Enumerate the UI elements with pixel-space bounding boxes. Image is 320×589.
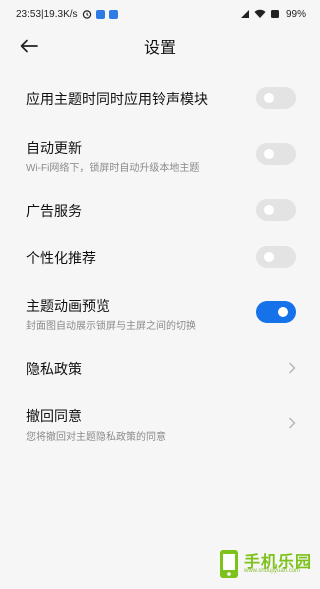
setting-ad-service[interactable]: 广告服务 [0, 192, 320, 228]
status-right: 99% [240, 9, 306, 20]
setting-personalized-recommend[interactable]: 个性化推荐 [0, 239, 320, 275]
chevron-right-icon [286, 416, 298, 430]
ringtone-module-toggle[interactable] [256, 87, 296, 109]
notification-download-icon [108, 9, 118, 19]
status-left: 23:53|19.3K/s [16, 9, 118, 20]
chevron-right-icon [286, 361, 298, 375]
setting-label: 隐私政策 [26, 361, 82, 377]
setting-privacy-policy[interactable]: 隐私政策 [0, 350, 320, 386]
ad-service-toggle[interactable] [256, 199, 296, 221]
back-button[interactable] [18, 35, 40, 57]
setting-description: 您将撤回对主题隐私政策的同意 [26, 432, 166, 443]
toggle-knob [264, 252, 274, 262]
battery-percent: 99% [285, 8, 306, 20]
setting-auto-update[interactable]: 自动更新 Wi-Fi网络下，锁屏时自动升级本地主题 [0, 130, 320, 178]
personalized-recommend-toggle[interactable] [256, 246, 296, 268]
theme-animation-preview-toggle[interactable] [256, 301, 296, 323]
setting-label: 撤回同意 [26, 408, 82, 424]
setting-label: 个性化推荐 [26, 250, 96, 266]
status-time-speed: 23:53|19.3K/s [16, 8, 78, 20]
page-title: 设置 [143, 40, 176, 57]
auto-update-toggle[interactable] [256, 143, 296, 165]
toggle-knob [264, 93, 274, 103]
setting-withdraw-consent[interactable]: 撤回同意 您将撤回对主题隐私政策的同意 [0, 398, 320, 448]
setting-description: 封面图自动展示锁屏与主屏之间的切换 [26, 321, 196, 332]
alarm-icon [82, 10, 91, 19]
watermark-url: www.shoujiyuan.com [244, 568, 301, 574]
toggle-knob [264, 149, 274, 159]
battery-icon [270, 10, 279, 18]
setting-label: 主题动画预览 [26, 298, 110, 314]
wifi-icon [254, 9, 266, 18]
status-bar: 23:53|19.3K/s 99% [0, 0, 320, 28]
back-arrow-icon [20, 39, 38, 53]
setting-label: 自动更新 [26, 140, 82, 156]
watermark-logo: 手机乐园 www.shoujiyuan.com [214, 546, 314, 582]
setting-label: 广告服务 [26, 203, 82, 219]
phone-logo-icon [220, 550, 238, 578]
header: 设置 [0, 28, 320, 64]
setting-theme-animation-preview[interactable]: 主题动画预览 封面图自动展示锁屏与主屏之间的切换 [0, 288, 320, 336]
notification-app-icon [95, 9, 105, 19]
toggle-knob [264, 205, 274, 215]
setting-ringtone-module[interactable]: 应用主题时同时应用铃声模块 [0, 80, 320, 116]
setting-label: 应用主题时同时应用铃声模块 [26, 91, 208, 107]
setting-description: Wi-Fi网络下，锁屏时自动升级本地主题 [26, 163, 200, 174]
toggle-knob [278, 307, 288, 317]
signal-icon [240, 10, 249, 18]
